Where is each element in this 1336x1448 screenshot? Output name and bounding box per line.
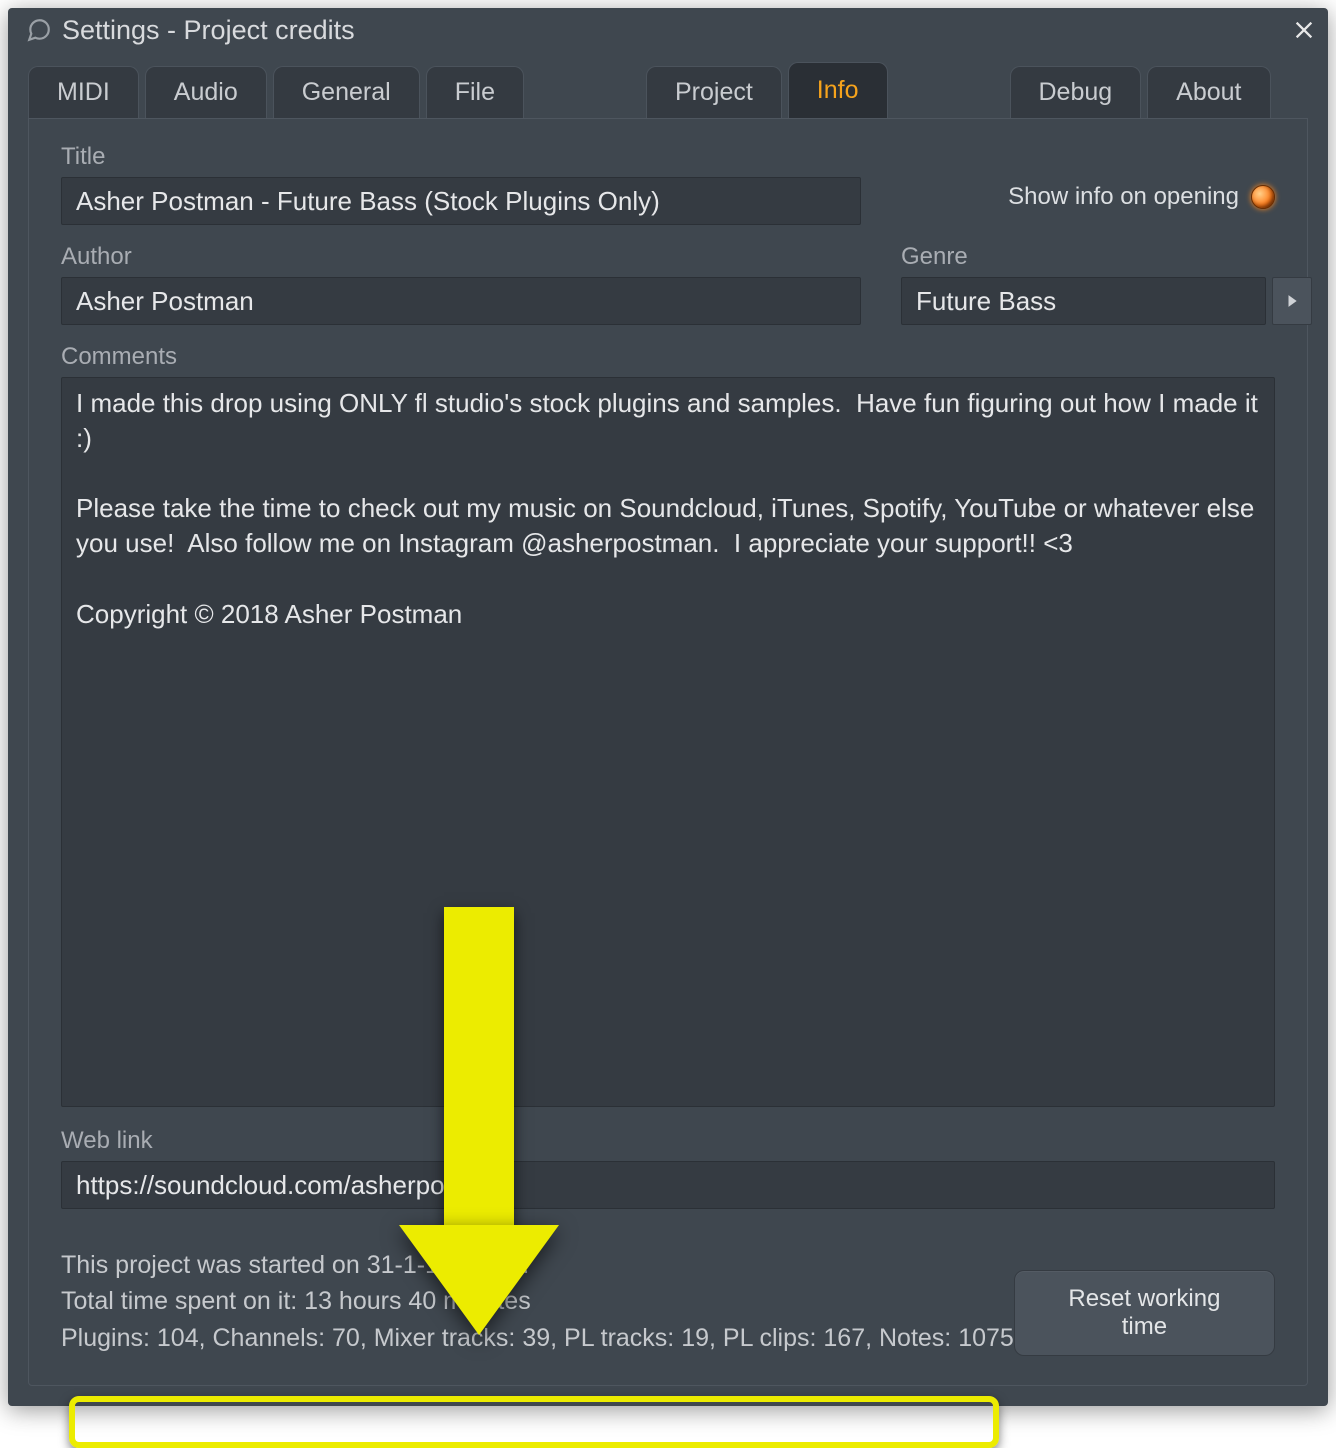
show-info-label: Show info on opening — [1008, 183, 1239, 211]
genre-label: Genre — [901, 243, 1312, 271]
genre-input[interactable] — [901, 277, 1266, 325]
info-panel: Title Show info on opening Author Genre — [28, 118, 1308, 1386]
tab-info[interactable]: Info — [788, 62, 888, 118]
stats-line: Plugins: 104, Channels: 70, Mixer tracks… — [61, 1320, 1014, 1356]
led-icon — [1251, 185, 1275, 209]
titlebar: Settings - Project credits — [8, 8, 1328, 52]
annotation-highlight-box — [69, 1396, 999, 1448]
comments-label: Comments — [61, 343, 1275, 371]
started-line: This project was started on 31-1-18 21:1… — [61, 1247, 1014, 1283]
window-title: Settings - Project credits — [62, 15, 1288, 46]
tab-about[interactable]: About — [1147, 66, 1270, 118]
app-icon — [26, 17, 52, 43]
comments-textarea[interactable]: I made this drop using ONLY fl studio's … — [61, 377, 1275, 1107]
settings-window: Settings - Project credits MIDI Audio Ge… — [8, 8, 1328, 1406]
title-input[interactable] — [61, 177, 861, 225]
author-label: Author — [61, 243, 861, 271]
show-info-toggle[interactable]: Show info on opening — [901, 173, 1275, 221]
weblink-input[interactable] — [61, 1161, 1275, 1209]
tab-project[interactable]: Project — [646, 66, 782, 118]
project-stats-block: This project was started on 31-1-18 21:1… — [61, 1247, 1014, 1356]
tab-general[interactable]: General — [273, 66, 420, 118]
tab-file[interactable]: File — [426, 66, 524, 118]
tab-audio[interactable]: Audio — [145, 66, 267, 118]
tab-debug[interactable]: Debug — [1010, 66, 1142, 118]
genre-picker-button[interactable] — [1272, 277, 1312, 325]
close-icon[interactable] — [1288, 14, 1320, 46]
weblink-label: Web link — [61, 1127, 1275, 1155]
author-input[interactable] — [61, 277, 861, 325]
reset-working-time-button[interactable]: Reset working time — [1014, 1270, 1275, 1356]
tabs-bar: MIDI Audio General File Project Info Deb… — [8, 52, 1328, 118]
timespent-line: Total time spent on it: 13 hours 40 minu… — [61, 1283, 1014, 1319]
tab-midi[interactable]: MIDI — [28, 66, 139, 118]
title-label: Title — [61, 143, 861, 171]
